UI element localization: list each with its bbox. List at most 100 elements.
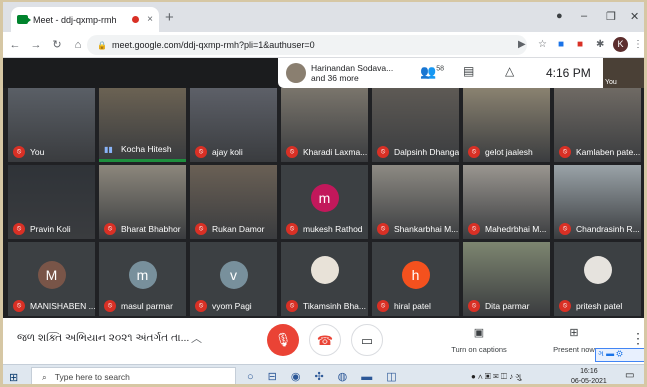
activities-icon[interactable]: △ bbox=[505, 64, 514, 78]
participant-tile[interactable]: ⦸ gelot jaalesh bbox=[463, 88, 550, 162]
participant-tile[interactable]: ⦸ Mahedrbhai M... bbox=[463, 165, 550, 239]
participant-name: masul parmar bbox=[121, 301, 173, 311]
muted-mic-icon: ⦸ bbox=[195, 300, 207, 312]
participant-name: MANISHABEN ... bbox=[30, 301, 95, 311]
tab-close-button[interactable]: × bbox=[147, 14, 153, 25]
participant-tile[interactable]: m ⦸ mukesh Rathod bbox=[281, 165, 368, 239]
maximize-button[interactable]: ❐ bbox=[606, 10, 616, 23]
participant-tile[interactable]: ⦸ Tikamsinh Bha... bbox=[281, 242, 368, 316]
participant-name: Kocha Hitesh bbox=[121, 144, 172, 154]
reload-icon[interactable]: ↻ bbox=[48, 38, 66, 51]
close-window-button[interactable]: ✕ bbox=[630, 10, 639, 23]
taskbar-search-box[interactable]: ⌕ Type here to search bbox=[31, 367, 236, 384]
participant-name: Kharadi Laxma... bbox=[303, 147, 368, 157]
people-button[interactable]: 👥58 bbox=[420, 64, 444, 80]
muted-mic-icon: ⦸ bbox=[377, 300, 389, 312]
home-icon[interactable]: ⌂ bbox=[69, 39, 87, 51]
participant-tile[interactable]: ⦸ Dalpsinh Dhanga bbox=[372, 88, 459, 162]
camera-indicator-icon[interactable]: ▶ bbox=[518, 39, 526, 50]
muted-mic-icon: ⦸ bbox=[13, 146, 25, 158]
muted-mic-icon: ⦸ bbox=[559, 300, 571, 312]
taskbar-clock[interactable]: 16:16 06-05-2021 bbox=[571, 367, 607, 385]
self-view-tile[interactable]: You bbox=[603, 58, 644, 88]
window-frame: { "browser": { "tab_title": "Meet - ddj-… bbox=[0, 0, 647, 387]
muted-mic-icon: ⦸ bbox=[559, 223, 571, 235]
muted-mic-icon: ⦸ bbox=[377, 146, 389, 158]
captions-icon: ▣ bbox=[473, 327, 485, 339]
taskbar-search-placeholder: Type here to search bbox=[54, 372, 130, 382]
participant-name: gelot jaalesh bbox=[485, 147, 533, 157]
language-indicator[interactable]: ગ ▬ ⚙ bbox=[595, 348, 644, 362]
muted-mic-icon: ⦸ bbox=[286, 300, 298, 312]
windows-start-icon[interactable]: ⊞ bbox=[9, 371, 18, 384]
meet-top-bar: Harinandan Sodava... and 36 more 👥58 ▤ △… bbox=[3, 58, 644, 88]
participant-tile[interactable]: ⦸ Kamlaben pate... bbox=[554, 88, 641, 162]
participant-avatar: v bbox=[219, 260, 248, 289]
participant-name: Dalpsinh Dhanga bbox=[394, 147, 459, 157]
present-now-button[interactable]: ⊞ Present now bbox=[546, 326, 602, 354]
participant-tile[interactable]: M ⦸ MANISHABEN ... bbox=[8, 242, 95, 316]
participant-tile[interactable]: ⦸ Bharat Bhabhor bbox=[99, 165, 186, 239]
pdf-extension-icon[interactable]: ■ bbox=[577, 39, 583, 50]
browser-tab-strip: Meet - ddj-qxmp-rmh × + ● – ❐ ✕ bbox=[3, 2, 644, 32]
participant-tile[interactable]: h ⦸ hiral patel bbox=[372, 242, 459, 316]
participant-name: Dita parmar bbox=[485, 301, 530, 311]
present-label: Present now bbox=[553, 345, 595, 354]
new-tab-button[interactable]: + bbox=[165, 9, 174, 26]
extensions-puzzle-icon[interactable]: ✱ bbox=[596, 39, 604, 50]
participant-name: Rukan Damor bbox=[212, 224, 265, 234]
participant-name: Chandrasinh R... bbox=[576, 224, 640, 234]
muted-mic-icon: ⦸ bbox=[286, 223, 298, 235]
bookmark-star-icon[interactable]: ☆ bbox=[538, 39, 547, 50]
chat-icon[interactable]: ▤ bbox=[463, 64, 474, 78]
participant-tile[interactable]: ⦸ ajay koli bbox=[190, 88, 277, 162]
profile-avatar[interactable]: K bbox=[613, 37, 628, 52]
captions-button[interactable]: ▣ Turn on captions bbox=[445, 326, 513, 354]
system-tray[interactable]: ● ∧ ▣ ✉ ◫ ♪ ગુ bbox=[471, 372, 521, 382]
pinned-apps[interactable]: ○⊟◉✣◍▬◫ bbox=[247, 370, 411, 383]
camera-button[interactable]: ▭ bbox=[351, 324, 383, 356]
participant-name: mukesh Rathod bbox=[303, 224, 363, 234]
notifications-icon[interactable]: ▭ bbox=[625, 370, 634, 381]
participant-name: Kamlaben pate... bbox=[576, 147, 641, 157]
forward-icon[interactable]: → bbox=[27, 39, 45, 51]
participant-tile[interactable]: v ⦸ vyom Pagi bbox=[190, 242, 277, 316]
back-icon[interactable]: ← bbox=[6, 39, 24, 51]
others-count: and 36 more bbox=[311, 73, 359, 83]
participant-tile[interactable]: ⦸ pritesh patel bbox=[554, 242, 641, 316]
browser-tab[interactable]: Meet - ddj-qxmp-rmh × bbox=[11, 7, 159, 32]
more-options-icon[interactable]: ⋮ bbox=[631, 330, 644, 347]
participant-video bbox=[310, 256, 339, 284]
participant-tile[interactable]: m ⦸ masul parmar bbox=[99, 242, 186, 316]
address-bar[interactable]: 🔒 meet.google.com/ddj-qxmp-rmh?pli=1&aut… bbox=[87, 35, 527, 55]
extension-icon[interactable]: ■ bbox=[558, 39, 564, 50]
meeting-title[interactable]: જળ શક્તિ અભિયાન ૨૦૨૧ અંતર્ગત તા... bbox=[17, 332, 189, 345]
presenter-name: Harinandan Sodava... bbox=[311, 63, 394, 73]
chevron-up-icon[interactable]: ︿ bbox=[191, 330, 202, 346]
minimize-button[interactable]: – bbox=[581, 10, 587, 22]
participant-tile[interactable]: ⦸ Rukan Damor bbox=[190, 165, 277, 239]
leave-call-button[interactable]: ☎ bbox=[309, 324, 341, 356]
participant-name: Mahedrbhai M... bbox=[485, 224, 547, 234]
meeting-info-panel: Harinandan Sodava... and 36 more 👥58 ▤ △… bbox=[278, 58, 603, 88]
chrome-menu-icon[interactable]: ⋮ bbox=[633, 39, 643, 50]
participant-tile[interactable]: ⦸ Chandrasinh R... bbox=[554, 165, 641, 239]
participant-tile[interactable]: ▮▮ Kocha Hitesh bbox=[99, 88, 186, 162]
presenter-avatar bbox=[286, 63, 306, 83]
muted-mic-icon: ⦸ bbox=[13, 223, 25, 235]
participant-tile[interactable]: ⦸ Pravin Koli bbox=[8, 165, 95, 239]
participant-name: Shankarbhai M... bbox=[394, 224, 459, 234]
clock-date: 06-05-2021 bbox=[571, 378, 607, 385]
muted-mic-icon: ⦸ bbox=[104, 300, 116, 312]
participant-tile[interactable]: ⦸ Shankarbhai M... bbox=[372, 165, 459, 239]
participant-tile[interactable]: ⦸ Dita parmar bbox=[463, 242, 550, 316]
input-language: ગુ bbox=[515, 372, 522, 381]
meet-bottom-bar: જળ શક્તિ અભિયાન ૨૦૨૧ અંતર્ગત તા... ︿ 🎙 ☎… bbox=[3, 318, 644, 364]
browser-toolbar: ← → ↻ ⌂ 🔒 meet.google.com/ddj-qxmp-rmh?p… bbox=[3, 32, 644, 58]
participant-name: hiral patel bbox=[394, 301, 431, 311]
mic-off-button[interactable]: 🎙 bbox=[267, 324, 299, 356]
search-icon: ⌕ bbox=[42, 371, 47, 382]
participant-tile[interactable]: ⦸ You bbox=[8, 88, 95, 162]
participant-tile[interactable]: ⦸ Kharadi Laxma... bbox=[281, 88, 368, 162]
record-indicator-icon: ● bbox=[556, 10, 563, 22]
